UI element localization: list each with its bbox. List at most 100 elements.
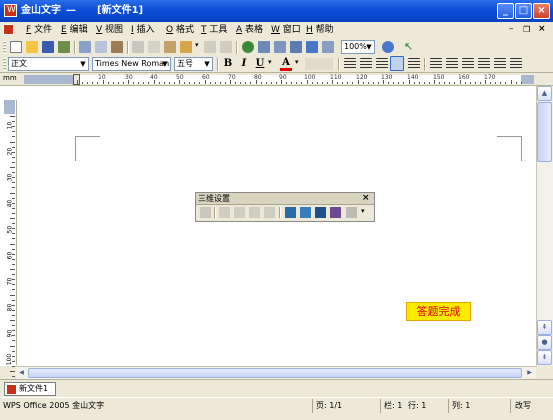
lighting-icon[interactable] [315, 207, 326, 218]
cut-icon[interactable] [132, 41, 144, 53]
palette-title-bar[interactable]: 三维设置 × [196, 193, 374, 205]
mail-icon[interactable] [58, 41, 70, 53]
document-title: [新文件1] [97, 5, 144, 16]
print-preview-icon[interactable] [95, 41, 107, 53]
app-icon: W [4, 4, 17, 17]
select-browse-object-button[interactable]: ● [537, 335, 552, 350]
chevron-down-icon: ▼ [80, 60, 86, 68]
app-title: 金山文字 [21, 5, 61, 16]
distribute-icon[interactable] [408, 58, 420, 70]
format-painter-icon[interactable] [180, 41, 192, 53]
vertical-scroll-thumb[interactable] [537, 102, 552, 162]
minimize-button[interactable]: _ [497, 3, 514, 19]
horizontal-ruler: mm 10 30 40 50 60 70 80 90 100 110 120 1… [0, 72, 553, 86]
horizontal-scrollbar[interactable]: ◀ ▶ [16, 366, 536, 379]
spellcheck-icon[interactable] [111, 41, 123, 53]
underline-button[interactable]: U [254, 58, 266, 70]
zoom-select[interactable]: 100% ▼ [341, 40, 375, 54]
tilt-left-icon[interactable] [249, 207, 260, 218]
copy-icon[interactable] [148, 41, 160, 53]
hyperlink-icon[interactable] [242, 41, 254, 53]
select-arrow-icon[interactable]: ↖ [404, 41, 416, 53]
vertical-scrollbar[interactable]: ▲ ⇞ ● ⇟ [536, 86, 553, 366]
doc-map-icon[interactable] [322, 41, 334, 53]
menu-file[interactable]: F 文件 [26, 22, 52, 38]
bullets-icon[interactable] [430, 58, 442, 70]
status-app-name: WPS Office 2005 金山文字 [3, 401, 105, 410]
palette-title: 三维设置 [198, 194, 230, 203]
italic-button[interactable]: I [238, 58, 250, 70]
char-border-icon[interactable] [305, 58, 333, 70]
new-icon[interactable] [10, 41, 22, 53]
menu-insert[interactable]: I 插入 [131, 22, 155, 38]
scroll-left-button[interactable]: ◀ [16, 367, 27, 378]
line-spacing-icon[interactable] [494, 58, 506, 70]
table-icon[interactable] [258, 41, 270, 53]
page-down-button[interactable]: ⇟ [537, 350, 552, 365]
font-size-select[interactable]: 五号 ▼ [174, 57, 213, 71]
status-row: 行: 1 [408, 401, 427, 410]
columns-icon[interactable] [290, 41, 302, 53]
decrease-indent-icon[interactable] [462, 58, 474, 70]
doc-close-button[interactable]: × [538, 25, 547, 34]
open-icon[interactable] [26, 41, 38, 53]
align-left-icon[interactable] [344, 58, 356, 70]
save-icon[interactable] [42, 41, 54, 53]
numbering-icon[interactable] [446, 58, 458, 70]
menu-format[interactable]: O 格式 [166, 22, 194, 38]
align-center-icon[interactable] [360, 58, 372, 70]
bold-button[interactable]: B [222, 58, 234, 70]
3d-toggle-icon[interactable] [200, 207, 211, 218]
increase-indent-icon[interactable] [478, 58, 490, 70]
ruler-unit: mm [3, 74, 17, 82]
document-tab-icon [7, 385, 16, 394]
tilt-up-icon[interactable] [234, 207, 245, 218]
status-column: 列: 1 [452, 401, 471, 410]
print-icon[interactable] [79, 41, 91, 53]
maximize-button[interactable]: □ [515, 3, 532, 19]
help-icon[interactable] [382, 41, 394, 53]
style-select[interactable]: 正文 ▼ [8, 57, 89, 71]
drawing-icon[interactable] [306, 41, 318, 53]
chevron-down-icon: ▼ [204, 60, 210, 68]
tilt-down-icon[interactable] [219, 207, 230, 218]
3d-settings-toolbar[interactable]: 三维设置 × ▾ [195, 192, 375, 222]
depth-icon[interactable] [285, 207, 296, 218]
para-spacing-icon[interactable] [510, 58, 522, 70]
document-tab[interactable]: 新文件1 [4, 382, 56, 396]
menu-view[interactable]: V 视图 [96, 22, 123, 38]
standard-toolbar: ▾ 100% ▼ ↖ [0, 38, 553, 56]
page-up-button[interactable]: ⇞ [537, 320, 552, 335]
paste-icon[interactable] [164, 41, 176, 53]
doc-minimize-button[interactable]: – [509, 25, 518, 34]
font-color-button[interactable]: A [280, 58, 292, 71]
close-button[interactable]: × [533, 3, 550, 19]
align-right-icon[interactable] [376, 58, 388, 70]
title-dash: — [66, 5, 76, 16]
menu-window[interactable]: W 窗口 [271, 22, 301, 38]
doc-restore-button[interactable]: ❐ [523, 25, 532, 34]
menu-bar: F 文件 E 编辑 V 视图 I 插入 O 格式 T 工具 A 表格 W 窗口 … [0, 22, 553, 38]
surface-icon[interactable] [330, 207, 341, 218]
menu-tools[interactable]: T 工具 [201, 22, 227, 38]
horizontal-scroll-thumb[interactable] [28, 368, 522, 378]
document-page[interactable] [0, 86, 536, 366]
menu-help[interactable]: H 帮助 [306, 22, 334, 38]
redo-icon[interactable] [220, 41, 232, 53]
chevron-down-icon: ▼ [162, 60, 168, 68]
direction-icon[interactable] [300, 207, 311, 218]
menu-table[interactable]: A 表格 [236, 22, 263, 38]
status-overwrite-mode[interactable]: 改写 [515, 400, 531, 412]
margin-corner-top-right [497, 136, 522, 161]
tilt-right-icon[interactable] [264, 207, 275, 218]
font-select[interactable]: Times New Roman ▼ [92, 57, 171, 71]
scroll-right-button[interactable]: ▶ [524, 367, 535, 378]
palette-close-button[interactable]: × [362, 193, 370, 204]
justify-icon[interactable] [390, 56, 404, 71]
scroll-up-button[interactable]: ▲ [537, 86, 552, 101]
menu-edit[interactable]: E 编辑 [61, 22, 88, 38]
status-section: 栏: 1 [384, 401, 403, 410]
3d-color-icon[interactable] [346, 207, 357, 218]
insert-table-icon[interactable] [274, 41, 286, 53]
undo-icon[interactable] [204, 41, 216, 53]
